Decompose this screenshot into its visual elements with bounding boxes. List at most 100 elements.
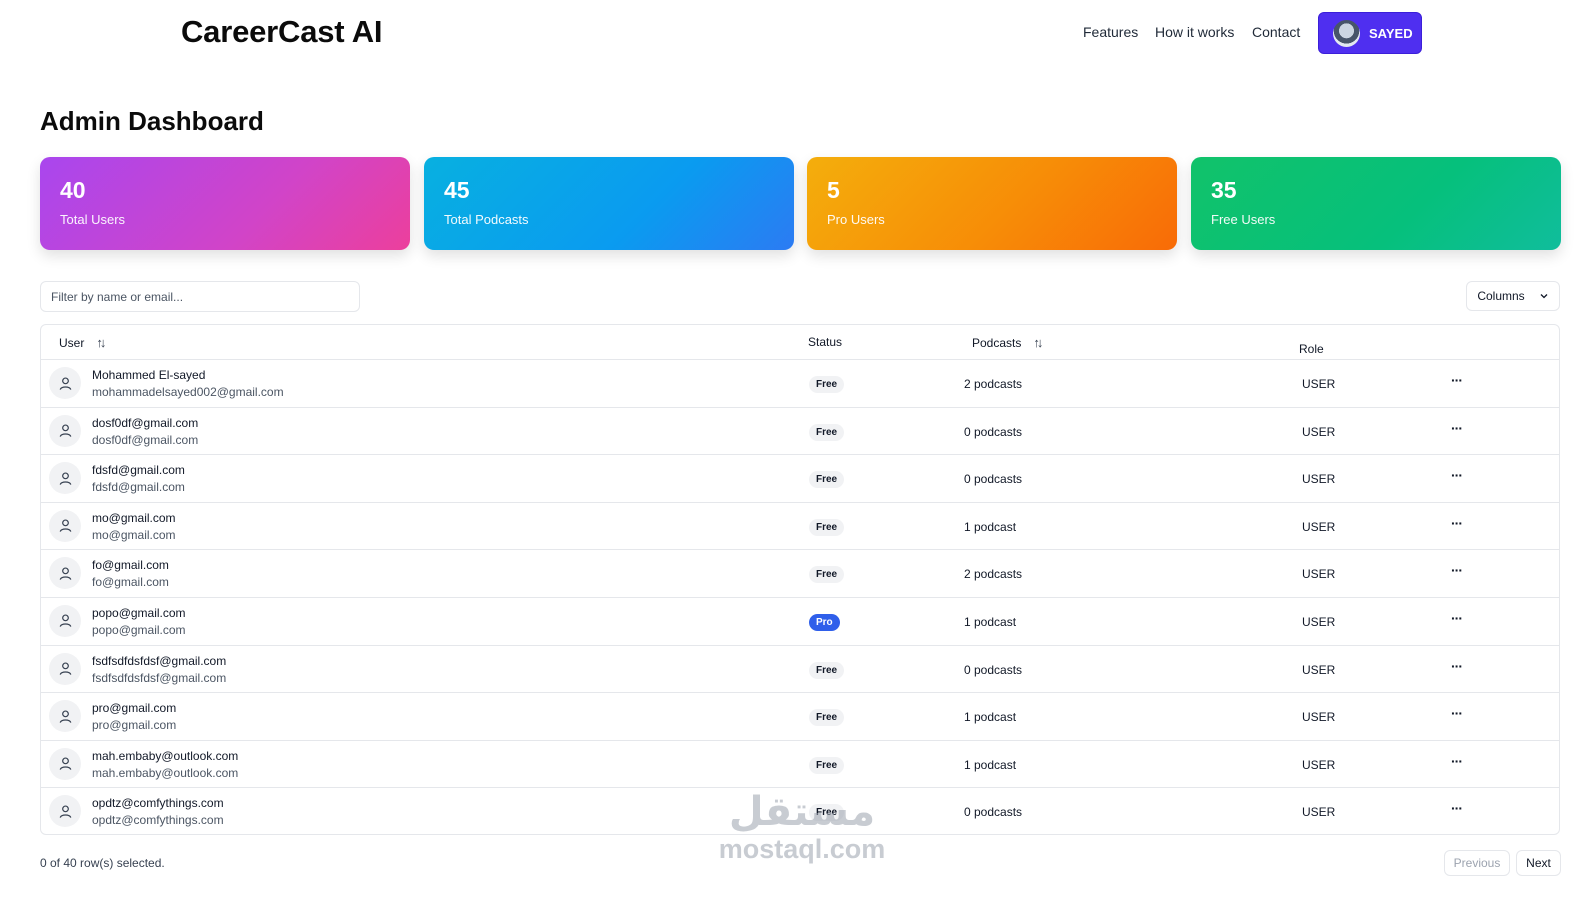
more-actions-icon[interactable]: ··· bbox=[1451, 753, 1463, 769]
page-title: Admin Dashboard bbox=[40, 106, 264, 136]
stat-label: Total Users bbox=[60, 212, 126, 227]
user-email: fdsfd@gmail.com bbox=[92, 480, 185, 495]
nav-link-contact[interactable]: Contact bbox=[1252, 24, 1300, 40]
user-name: fdsfd@gmail.com bbox=[92, 463, 185, 478]
stat-value: 5 bbox=[827, 177, 840, 203]
more-actions-icon[interactable]: ··· bbox=[1451, 420, 1463, 436]
sort-icon[interactable]: ↑↓ bbox=[1033, 335, 1043, 350]
status-badge: Free bbox=[809, 566, 845, 584]
user-email: mah.embaby@outlook.com bbox=[92, 765, 239, 780]
table-row[interactable]: fdsfd@gmail.com fdsfd@gmail.com Free 0 podc… bbox=[41, 455, 1559, 503]
user-menu-button[interactable]: SAYED bbox=[1318, 12, 1422, 54]
users-table: User ↑↓ Status Podcasts ↑↓ Role Mohammed… bbox=[40, 324, 1560, 835]
status-badge: Free bbox=[809, 756, 845, 774]
user-icon bbox=[49, 462, 81, 495]
table-row[interactable]: popo@gmail.com popo@gmail.com Pro 1 podcast… bbox=[41, 598, 1559, 646]
user-email: mo@gmail.com bbox=[92, 527, 176, 542]
brand-logo[interactable]: CareerCast AI bbox=[181, 14, 382, 50]
user-role: USER bbox=[1302, 805, 1336, 820]
user-icon bbox=[49, 509, 81, 542]
filter-input[interactable] bbox=[40, 281, 360, 312]
podcast-count: 0 podcasts bbox=[964, 662, 1023, 677]
status-badge: Free bbox=[809, 709, 845, 727]
next-page-button[interactable]: Next bbox=[1516, 850, 1561, 876]
sort-icon[interactable]: ↑↓ bbox=[96, 335, 106, 350]
more-actions-icon[interactable]: ··· bbox=[1451, 467, 1463, 483]
stat-value: 45 bbox=[444, 177, 470, 203]
podcast-count: 1 podcast bbox=[964, 710, 1017, 725]
podcast-count: 2 podcasts bbox=[964, 377, 1023, 391]
table-body: Mohammed El-sayed mohammadelsayed002@gmai… bbox=[41, 360, 1559, 834]
more-actions-icon[interactable]: ··· bbox=[1451, 658, 1463, 674]
user-name: dosf0df@gmail.com bbox=[92, 415, 199, 430]
column-header-label: Status bbox=[808, 335, 843, 349]
user-icon bbox=[49, 414, 81, 447]
top-navbar: CareerCast AI Features How it works Cont… bbox=[0, 0, 1596, 66]
table-row[interactable]: mah.embaby@outlook.com mah.embaby@outlook… bbox=[41, 741, 1559, 789]
status-badge: Free bbox=[809, 423, 845, 441]
podcast-count: 0 podcasts bbox=[964, 424, 1023, 439]
user-icon bbox=[49, 652, 81, 685]
user-role: USER bbox=[1302, 472, 1336, 487]
user-name: fo@gmail.com bbox=[92, 558, 169, 573]
watermark-latin: mostaql.com bbox=[718, 834, 886, 864]
user-name: mah.embaby@outlook.com bbox=[92, 748, 239, 763]
column-header-status: Status bbox=[808, 335, 842, 349]
user-icon bbox=[49, 795, 81, 828]
more-actions-icon[interactable]: ··· bbox=[1451, 372, 1463, 388]
user-menu-label: SAYED bbox=[1369, 25, 1413, 41]
status-badge: Pro bbox=[809, 613, 840, 631]
status-badge: Free bbox=[809, 661, 845, 679]
column-header-user[interactable]: User ↑↓ bbox=[59, 335, 106, 350]
table-row[interactable]: mo@gmail.com mo@gmail.com Free 1 podcast USE… bbox=[41, 503, 1559, 551]
avatar bbox=[1333, 19, 1360, 47]
more-actions-icon[interactable]: ··· bbox=[1451, 562, 1463, 578]
more-actions-icon[interactable]: ··· bbox=[1451, 515, 1463, 531]
podcast-count: 2 podcasts bbox=[964, 567, 1023, 582]
user-name: opdtz@comfythings.com bbox=[92, 796, 224, 811]
user-email: dosf0df@gmail.com bbox=[92, 432, 199, 447]
table-row[interactable]: Mohammed El-sayed mohammadelsayed002@gmai… bbox=[41, 360, 1559, 408]
chevron-down-icon bbox=[1540, 294, 1548, 299]
podcast-count: 1 podcast bbox=[964, 757, 1017, 772]
stat-card-pro-users: 5 Pro Users bbox=[807, 157, 1177, 250]
user-icon bbox=[49, 700, 81, 733]
columns-dropdown-button[interactable]: Columns bbox=[1466, 281, 1560, 311]
previous-page-button[interactable]: Previous bbox=[1444, 850, 1510, 876]
podcast-count: 0 podcasts bbox=[964, 472, 1023, 487]
more-actions-icon[interactable]: ··· bbox=[1451, 610, 1463, 626]
more-actions-icon[interactable]: ··· bbox=[1451, 800, 1463, 816]
podcast-count: 1 podcast bbox=[964, 519, 1017, 534]
stat-card-total-users: 40 Total Users bbox=[40, 157, 410, 250]
stat-label: Free Users bbox=[1211, 212, 1276, 227]
table-row[interactable]: dosf0df@gmail.com dosf0df@gmail.com Free 0 … bbox=[41, 408, 1559, 456]
podcast-count: 1 podcast bbox=[964, 614, 1017, 629]
user-name: fsdfsdfdsfdsf@gmail.com bbox=[92, 653, 227, 668]
user-role: USER bbox=[1302, 710, 1336, 725]
user-icon bbox=[49, 604, 81, 637]
user-email: popo@gmail.com bbox=[92, 622, 186, 637]
user-role: USER bbox=[1302, 757, 1336, 772]
more-actions-icon[interactable]: ··· bbox=[1451, 705, 1463, 721]
watermark: مستقل mostaql.com bbox=[702, 792, 902, 865]
nav-link-features[interactable]: Features bbox=[1083, 24, 1138, 40]
table-header: User ↑↓ Status Podcasts ↑↓ Role bbox=[41, 325, 1559, 360]
user-email: opdtz@comfythings.com bbox=[92, 813, 224, 828]
user-name: Mohammed El-sayed bbox=[92, 368, 206, 382]
user-name: mo@gmail.com bbox=[92, 510, 176, 525]
watermark-arabic: مستقل bbox=[728, 789, 876, 835]
user-icon bbox=[49, 557, 81, 590]
user-icon bbox=[49, 367, 81, 399]
user-email: fo@gmail.com bbox=[92, 575, 169, 590]
column-header-podcasts[interactable]: Podcasts ↑↓ bbox=[972, 335, 1043, 350]
status-badge: Free bbox=[809, 518, 845, 536]
nav-link-how-it-works[interactable]: How it works bbox=[1155, 24, 1234, 40]
table-row[interactable]: fo@gmail.com fo@gmail.com Free 2 podcasts US… bbox=[41, 550, 1559, 598]
user-email: pro@gmail.com bbox=[92, 718, 177, 733]
user-role: USER bbox=[1302, 614, 1336, 629]
table-row[interactable]: pro@gmail.com pro@gmail.com Free 1 podcast U… bbox=[41, 693, 1559, 741]
table-row[interactable]: fsdfsdfdsfdsf@gmail.com fsdfsdfdsfdsf@gma… bbox=[41, 646, 1559, 694]
user-role: USER bbox=[1302, 567, 1336, 582]
user-role: USER bbox=[1302, 377, 1336, 391]
stat-card-free-users: 35 Free Users bbox=[1191, 157, 1561, 250]
